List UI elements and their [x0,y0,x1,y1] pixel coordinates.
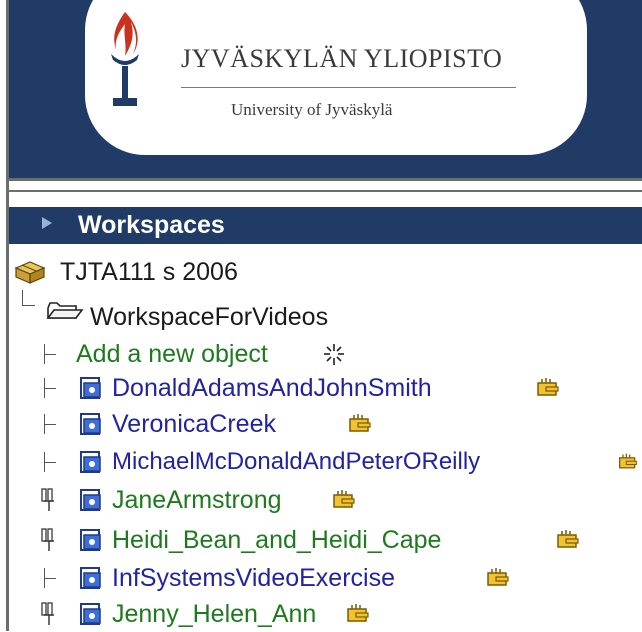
video-object-icon[interactable] [78,487,104,513]
item-label[interactable]: MichaelMcDonaldAndPeterOReilly [112,448,480,476]
tree-item[interactable]: MichaelMcDonaldAndPeterOReilly [40,446,640,480]
edit-hand-icon[interactable] [556,529,580,551]
tree-item[interactable]: Jenny_Helen_Ann [40,598,640,632]
video-object-icon[interactable] [78,411,104,437]
tree-connector [44,568,56,588]
video-object-icon[interactable] [78,527,104,553]
item-label[interactable]: DonaldAdamsAndJohnSmith [112,374,432,403]
video-object-icon[interactable] [78,449,104,475]
tree-item[interactable]: InfSystemsVideoExercise [40,562,640,596]
left-frame-border [0,0,9,631]
tree-connector [44,344,56,364]
pin-icon[interactable] [40,527,58,553]
divider [9,190,642,192]
tree-connector [44,452,56,472]
logo-card [85,0,587,155]
edit-hand-icon[interactable] [332,489,356,511]
new-sparkle-icon[interactable] [322,342,346,368]
item-label[interactable]: Jenny_Helen_Ann [112,600,316,629]
tree-item[interactable]: VeronicaCreek [40,408,640,442]
open-folder-icon[interactable] [46,302,84,320]
add-object-row[interactable]: Add a new object [40,338,640,372]
item-label[interactable]: Heidi_Bean_and_Heidi_Cape [112,526,441,555]
item-label[interactable]: VeronicaCreek [112,410,276,439]
course-title[interactable]: TJTA111 s 2006 [60,258,238,287]
university-subtitle: University of Jyväskylä [231,100,393,119]
university-name: JYVÄSKYLÄN YLIOPISTO [181,44,503,73]
university-banner: JYVÄSKYLÄN YLIOPISTO University of Jyväs… [9,0,642,178]
item-label[interactable]: JaneArmstrong [112,486,282,515]
tree-item[interactable]: Heidi_Bean_and_Heidi_Cape [40,524,640,558]
expand-arrow-icon[interactable] [42,217,52,229]
course-box-icon[interactable] [12,260,56,284]
tree-connector [44,414,56,434]
add-object-link[interactable]: Add a new object [76,340,268,369]
tree-connector [22,290,35,306]
tree-item[interactable]: DonaldAdamsAndJohnSmith [40,372,640,406]
divider [9,178,642,181]
edit-hand-icon[interactable] [536,377,560,399]
edit-hand-icon[interactable] [346,603,370,625]
pin-icon[interactable] [40,601,58,627]
workspace-name[interactable]: WorkspaceForVideos [90,303,328,332]
tree-connector [44,378,56,398]
video-object-icon[interactable] [78,601,104,627]
item-label[interactable]: InfSystemsVideoExercise [112,564,395,593]
divider [181,87,516,88]
torch-logo-icon [111,12,139,106]
video-object-icon[interactable] [78,565,104,591]
pin-icon[interactable] [40,487,58,513]
edit-hand-icon[interactable] [348,413,372,435]
video-object-icon[interactable] [78,375,104,401]
edit-hand-icon[interactable] [618,451,638,473]
workspaces-title[interactable]: Workspaces [78,211,225,240]
tree-item[interactable]: JaneArmstrong [40,484,640,518]
edit-hand-icon[interactable] [486,567,510,589]
